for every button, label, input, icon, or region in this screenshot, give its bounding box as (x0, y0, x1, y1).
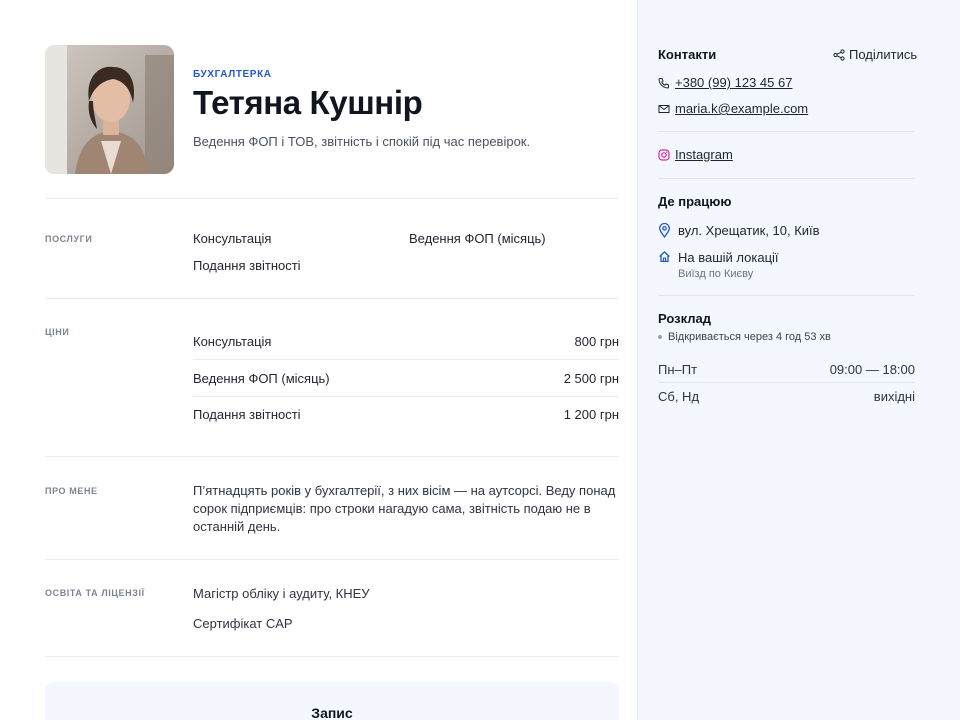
price-service-name: Консультація (193, 333, 272, 349)
service-item: Подання звітності (193, 258, 301, 273)
price-row: Ведення ФОП (місяць) 2 500 грн (193, 360, 619, 397)
sidebar-divider (658, 178, 915, 179)
instagram-icon (658, 148, 670, 161)
home-icon (659, 251, 670, 263)
education-item: Сертифікат CAP (193, 616, 293, 631)
schedule-days: Пн–Пт (658, 361, 698, 377)
onsite-subtitle: Виїзд по Києву (678, 268, 754, 280)
price-value: 2 500 грн (563, 370, 619, 386)
contacts-title: Контакти (658, 47, 717, 62)
divider (45, 198, 619, 199)
sidebar-divider (658, 131, 915, 132)
profile-photo (45, 45, 174, 174)
prices-label: ЦІНИ (45, 327, 70, 337)
services-label: ПОСЛУГИ (45, 234, 93, 244)
service-item: Консультація (193, 231, 272, 246)
price-row: Подання звітності 1 200 грн (193, 396, 619, 433)
price-service-name: Ведення ФОП (місяць) (193, 370, 330, 386)
share-button[interactable]: Поділитись (833, 47, 917, 62)
booking-panel: Запис (45, 682, 619, 720)
status-dot-icon (658, 335, 662, 339)
education-label: ОСВІТА ТА ЛІЦЕНЗІЇ (45, 588, 145, 598)
divider (45, 656, 619, 657)
price-service-name: Подання звітності (193, 407, 301, 422)
schedule-title: Розклад (658, 311, 711, 326)
service-item: Ведення ФОП (місяць) (409, 231, 546, 246)
price-value: 1 200 грн (563, 407, 619, 422)
open-status-text: Відкривається через 4 год 53 хв (668, 331, 831, 343)
about-label: ПРО МЕНЕ (45, 486, 98, 496)
schedule-hours: вихідні (873, 389, 915, 404)
instagram-link[interactable]: Instagram (675, 147, 733, 162)
price-value: 800 грн (574, 333, 619, 349)
portrait-image (45, 45, 174, 174)
profile-name: Тетяна Кушнір (193, 84, 423, 121)
schedule-days: Сб, Нд (658, 389, 700, 404)
education-item: Магістр обліку і аудиту, КНЕУ (193, 586, 370, 601)
phone-link[interactable]: +380 (99) 123 45 67 (675, 75, 792, 90)
profile-category: БУХГАЛТЕРКА (193, 69, 272, 80)
profile-main: БУХГАЛТЕРКА Тетяна Кушнір Ведення ФОП і … (0, 0, 637, 720)
profile-tagline: Ведення ФОП і ТОВ, звітність і спокій пі… (193, 134, 531, 149)
booking-title: Запис (311, 705, 353, 720)
share-icon (833, 48, 845, 61)
address-text: вул. Хрещатик, 10, Київ (678, 223, 820, 238)
phone-row: +380 (99) 123 45 67 (658, 75, 792, 90)
email-link[interactable]: maria.k@example.com (675, 101, 808, 116)
schedule-hours: 09:00 — 18:00 (829, 361, 915, 377)
price-row: Консультація 800 грн (193, 323, 619, 360)
workplace-title: Де працюю (658, 194, 732, 209)
address-row: вул. Хрещатик, 10, Київ (658, 223, 820, 238)
divider (45, 298, 619, 299)
schedule-row: Пн–Пт 09:00 — 18:00 (658, 356, 915, 383)
divider (45, 456, 619, 457)
onsite-row: На вашій локації Виїзд по Києву (658, 250, 779, 280)
phone-icon (658, 77, 669, 89)
open-status: Відкривається через 4 год 53 хв (658, 331, 831, 343)
map-pin-icon (659, 223, 670, 238)
email-row: maria.k@example.com (658, 101, 808, 116)
share-label: Поділитись (849, 47, 918, 62)
onsite-title: На вашій локації (678, 250, 779, 265)
sidebar-divider (658, 295, 915, 296)
divider (45, 559, 619, 560)
schedule-row: Сб, Нд вихідні (658, 383, 915, 410)
about-text: П’ятнадцять років у бухгалтерії, з них в… (193, 483, 616, 534)
instagram-row: Instagram (658, 147, 733, 162)
mail-icon (658, 104, 670, 113)
